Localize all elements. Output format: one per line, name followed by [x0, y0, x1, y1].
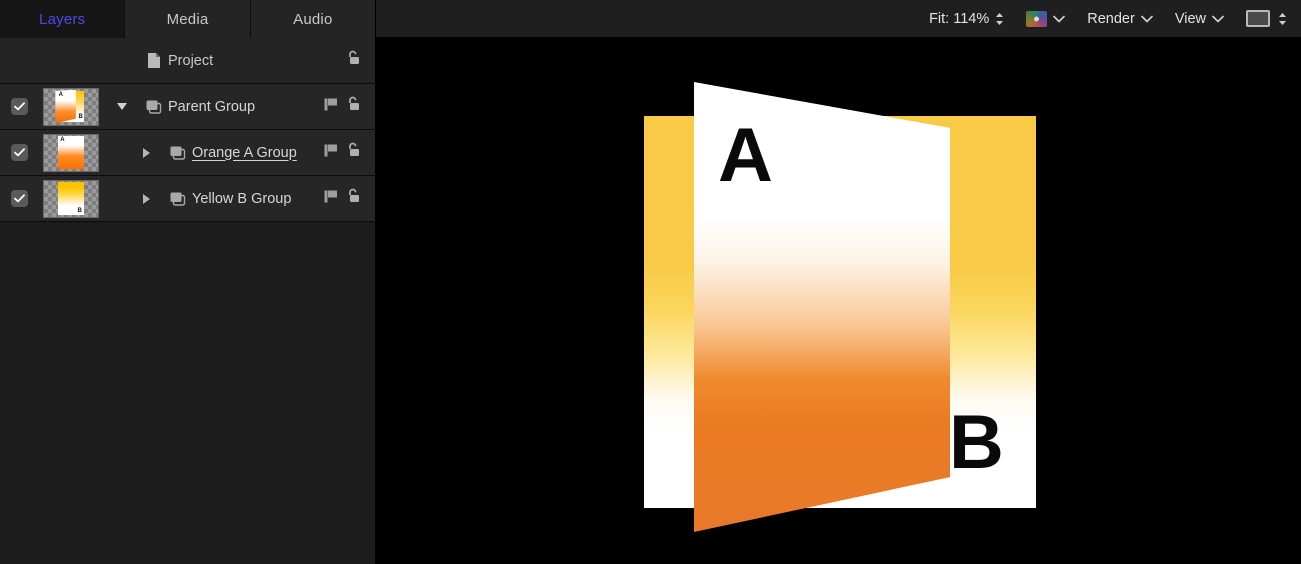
- tab-layers[interactable]: Layers: [0, 0, 126, 38]
- layer-thumbnail-parent: A B: [38, 87, 104, 126]
- chevron-down-icon: [1053, 11, 1066, 27]
- layer-visibility-checkbox-orange[interactable]: [0, 144, 38, 161]
- group-icon: [164, 191, 192, 207]
- project-row-icons: [346, 50, 375, 71]
- up-down-stepper-icon[interactable]: [1278, 12, 1287, 26]
- tab-audio-label: Audio: [293, 10, 333, 28]
- canvas-artwork: A B: [376, 0, 1301, 564]
- disclosure-triangle-yellow[interactable]: [128, 193, 164, 204]
- project-name: Project: [168, 53, 346, 69]
- canvas-viewport[interactable]: A B: [376, 0, 1301, 564]
- canvas-letter-a: A: [718, 113, 773, 198]
- group-icon: [164, 145, 192, 161]
- channels-control[interactable]: [1026, 10, 1066, 27]
- layer-thumbnail-yellow: B: [38, 179, 104, 218]
- layer-row-icons-yellow: [323, 188, 375, 209]
- layer-row-icons-parent: [323, 96, 375, 117]
- tab-media-label: Media: [166, 10, 209, 28]
- tab-audio[interactable]: Audio: [250, 0, 375, 38]
- layer-name-label: Orange A Group: [192, 144, 297, 161]
- background-color-control[interactable]: [1246, 10, 1287, 27]
- motion-app-window: Layers Media Audio Project A B Parent Gr…: [0, 0, 1301, 564]
- document-icon: [140, 52, 168, 69]
- behaviors-icon[interactable]: [323, 143, 339, 163]
- layers-panel: Layers Media Audio Project A B Parent Gr…: [0, 0, 376, 564]
- layer-name-label: Yellow B Group: [192, 190, 292, 207]
- view-menu-label: View: [1174, 10, 1206, 27]
- render-menu-label: Render: [1087, 10, 1135, 27]
- background-color-swatch-icon[interactable]: [1246, 10, 1270, 27]
- checkbox-checked-icon: [10, 144, 28, 161]
- unlock-icon[interactable]: [346, 142, 361, 163]
- layer-visibility-checkbox-yellow[interactable]: [0, 190, 38, 207]
- tab-layers-label: Layers: [39, 10, 86, 28]
- canvas-letter-b: B: [949, 400, 1004, 485]
- layers-list: Project A B Parent Group A Orange A Grou…: [0, 38, 375, 564]
- chevron-down-icon: [1140, 11, 1153, 27]
- tab-media[interactable]: Media: [125, 0, 251, 38]
- view-menu[interactable]: View: [1175, 11, 1224, 27]
- layer-name-parent-group[interactable]: Parent Group: [168, 99, 323, 115]
- layer-visibility-checkbox-parent[interactable]: [0, 98, 38, 115]
- layer-name-label: Parent Group: [168, 98, 256, 115]
- unlock-icon[interactable]: [346, 50, 361, 71]
- behaviors-icon[interactable]: [323, 97, 339, 117]
- zoom-level-control[interactable]: Fit: 114%: [929, 11, 1004, 27]
- layer-row-parent-group[interactable]: A B Parent Group: [0, 84, 375, 130]
- layer-row-icons-orange: [323, 142, 375, 163]
- group-icon: [140, 99, 168, 115]
- project-name-label: Project: [168, 52, 214, 69]
- color-channels-icon: [1026, 10, 1048, 27]
- checkbox-checked-icon: [10, 190, 28, 207]
- behaviors-icon[interactable]: [323, 189, 339, 209]
- checkbox-checked-icon: [10, 98, 28, 115]
- chevron-down-icon: [1212, 11, 1224, 27]
- disclosure-triangle-parent[interactable]: [104, 103, 140, 110]
- disclosure-triangle-orange[interactable]: [128, 147, 164, 158]
- layer-row-yellow-b-group[interactable]: B Yellow B Group: [0, 176, 375, 222]
- layer-row-project[interactable]: Project: [0, 38, 375, 84]
- layer-name-yellow-b-group[interactable]: Yellow B Group: [192, 191, 323, 207]
- layer-name-orange-a-group[interactable]: Orange A Group: [192, 145, 323, 161]
- canvas-toolbar: Fit: 114% Render View: [376, 0, 1301, 38]
- render-menu[interactable]: Render: [1087, 11, 1153, 27]
- layer-thumbnail-orange: A: [38, 133, 104, 172]
- zoom-level-label: Fit: 114%: [929, 10, 990, 27]
- unlock-icon[interactable]: [346, 188, 361, 209]
- up-down-stepper-icon[interactable]: [995, 12, 1004, 26]
- layer-row-orange-a-group[interactable]: A Orange A Group: [0, 130, 375, 176]
- unlock-icon[interactable]: [346, 96, 361, 117]
- panel-tab-bar: Layers Media Audio: [0, 0, 375, 38]
